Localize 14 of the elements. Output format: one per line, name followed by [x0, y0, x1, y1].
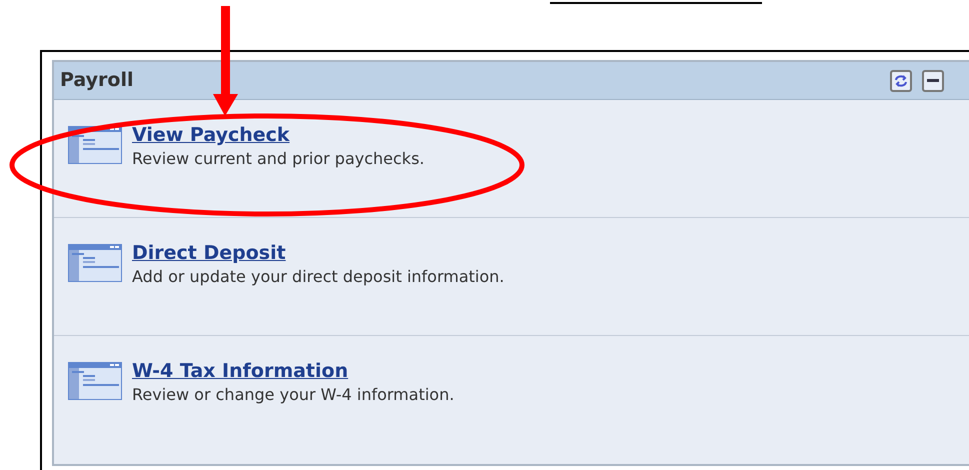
page-icon [68, 362, 122, 400]
item-description: Add or update your direct deposit information. [132, 266, 504, 288]
item-description: Review or change your W-4 information. [132, 384, 454, 406]
item-link[interactable]: W-4 Tax Information [132, 358, 454, 384]
minus-icon [927, 78, 939, 82]
panel-title: Payroll [60, 68, 134, 94]
collapse-button[interactable] [922, 70, 944, 92]
item-link[interactable]: Direct Deposit [132, 240, 504, 266]
item-link[interactable]: View Paycheck [132, 122, 424, 148]
item-description: Review current and prior paychecks. [132, 148, 424, 170]
page-icon [68, 244, 122, 282]
refresh-icon [894, 74, 908, 88]
refresh-button[interactable] [890, 70, 912, 92]
page-icon [68, 126, 122, 164]
